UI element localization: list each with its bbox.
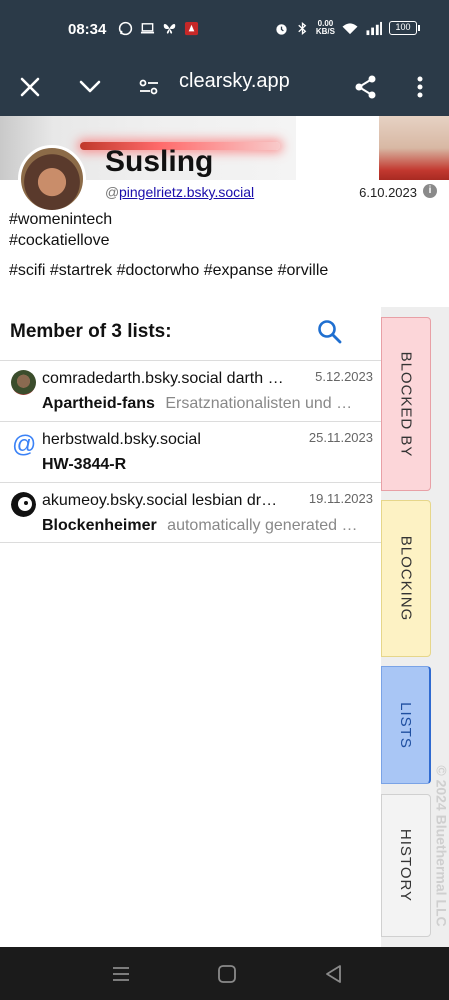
status-time: 08:34 bbox=[68, 21, 107, 38]
browser-toolbar: clearsky.app bbox=[0, 58, 449, 116]
network-speed: 0.00 KB/S bbox=[316, 20, 335, 36]
home-icon bbox=[218, 965, 236, 983]
collapse-button[interactable] bbox=[71, 68, 109, 106]
list-author: herbstwald.bsky.social bbox=[42, 431, 201, 448]
whatsapp-icon bbox=[118, 21, 133, 36]
butterfly-icon bbox=[163, 24, 176, 34]
back-button[interactable] bbox=[321, 961, 347, 987]
list-author-avatar bbox=[11, 492, 36, 517]
bio-line-2: #cockatiellove bbox=[9, 232, 110, 249]
tab-lists[interactable]: LISTS bbox=[381, 666, 431, 784]
system-navigation-bar bbox=[0, 947, 449, 1000]
list-date: 5.12.2023 bbox=[315, 369, 373, 384]
profile-joined-date: 6.10.2023 bbox=[359, 185, 417, 200]
tab-blocked-by-label: BLOCKED BY bbox=[397, 351, 415, 457]
list-author: akumeoy.bsky.social lesbian dr… bbox=[42, 492, 278, 509]
laptop-icon bbox=[140, 23, 155, 34]
bio-line-1: #womenintech bbox=[9, 211, 113, 228]
profile-display-name: Susling bbox=[105, 145, 214, 178]
status-bar: 08:34 0.00 KB/S 100 bbox=[0, 0, 449, 58]
recents-button[interactable] bbox=[108, 961, 134, 987]
info-icon[interactable]: i bbox=[423, 184, 437, 198]
handle-prefix: @ bbox=[105, 184, 120, 200]
app-notification-icon bbox=[184, 21, 199, 36]
close-button[interactable] bbox=[11, 68, 49, 106]
list-description: automatically generated … bbox=[167, 517, 358, 534]
search-icon bbox=[318, 320, 342, 344]
app-root: 08:34 0.00 KB/S 100 clearsky.app Susling… bbox=[0, 0, 449, 1000]
list-name: Blockenheimer bbox=[42, 517, 157, 534]
list-item[interactable]: akumeoy.bsky.social lesbian dr… 19.11.20… bbox=[0, 482, 381, 543]
tab-blocking-label: BLOCKING bbox=[397, 535, 415, 622]
recents-icon bbox=[113, 967, 129, 981]
copyright-notice: © 2024 Bluethermal LLC bbox=[434, 751, 449, 941]
svg-text:@: @ bbox=[12, 431, 36, 456]
at-sign-icon: @ bbox=[12, 431, 36, 456]
alarm-icon bbox=[276, 23, 287, 35]
more-options-button[interactable] bbox=[401, 68, 439, 106]
tab-lists-label: LISTS bbox=[397, 701, 414, 749]
copyright-text: © 2024 Bluethermal LLC bbox=[434, 765, 449, 927]
wifi-icon bbox=[342, 22, 358, 34]
signal-icon bbox=[366, 21, 382, 35]
share-icon bbox=[355, 75, 376, 99]
list-name: HW-3844-R bbox=[42, 456, 127, 473]
list-item[interactable]: @ herbstwald.bsky.social 25.11.2023 HW-3… bbox=[0, 421, 381, 482]
search-button[interactable] bbox=[316, 318, 344, 346]
status-system-icons: 0.00 KB/S 100 bbox=[274, 20, 420, 36]
list-item[interactable]: comradedarth.bsky.social darth … 5.12.20… bbox=[0, 360, 381, 421]
share-button[interactable] bbox=[347, 68, 385, 106]
banner-portrait-image bbox=[379, 116, 449, 180]
bio-line-3: #scifi #startrek #doctorwho #expanse #or… bbox=[9, 262, 329, 279]
list-description: Ersatznationalisten und … bbox=[165, 395, 353, 412]
list-author-avatar bbox=[11, 370, 36, 395]
lists-heading: Member of 3 lists: bbox=[10, 321, 172, 342]
profile-handle-link[interactable]: pingelrietz.bsky.social bbox=[119, 184, 254, 200]
chevron-down-icon bbox=[79, 80, 101, 93]
battery-indicator: 100 bbox=[389, 21, 420, 35]
tab-blocking[interactable]: BLOCKING bbox=[381, 500, 431, 657]
list-date: 25.11.2023 bbox=[308, 430, 373, 445]
tab-history-label: HISTORY bbox=[397, 828, 415, 903]
network-speed-unit: KB/S bbox=[315, 27, 335, 36]
list-details: Blockenheimer automatically generated … bbox=[42, 517, 372, 535]
back-icon bbox=[326, 965, 341, 983]
list-author: comradedarth.bsky.social darth … bbox=[42, 370, 284, 387]
avatar bbox=[18, 145, 86, 213]
bluetooth-icon bbox=[298, 21, 307, 35]
tab-blocked-by[interactable]: BLOCKED BY bbox=[381, 317, 431, 491]
site-settings-icon bbox=[139, 79, 158, 95]
list-details: HW-3844-R bbox=[42, 456, 372, 474]
list-date: 19.11.2023 bbox=[308, 491, 373, 506]
list-details: Apartheid-fans Ersatznationalisten und … bbox=[42, 395, 372, 413]
close-icon bbox=[20, 77, 40, 97]
site-settings-button[interactable] bbox=[130, 68, 168, 106]
url-text[interactable]: clearsky.app bbox=[179, 70, 290, 93]
tab-history[interactable]: HISTORY bbox=[381, 794, 431, 937]
home-button[interactable] bbox=[214, 961, 240, 987]
more-vertical-icon bbox=[417, 76, 423, 98]
list-name: Apartheid-fans bbox=[42, 395, 155, 412]
status-notification-icons bbox=[118, 21, 199, 36]
